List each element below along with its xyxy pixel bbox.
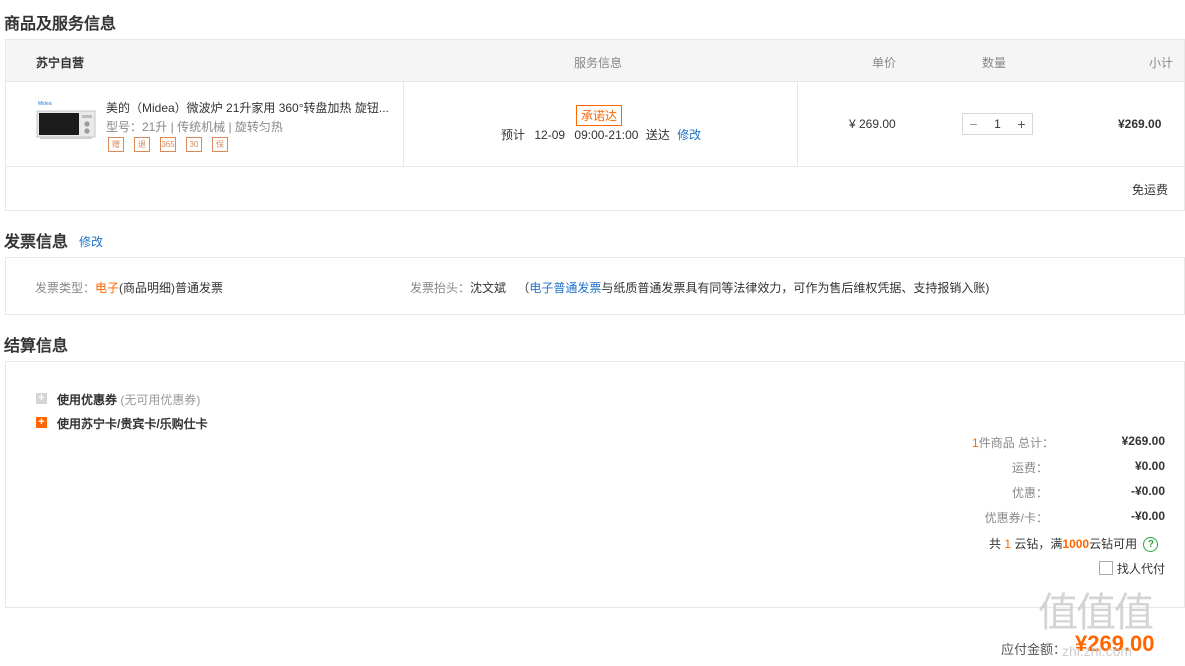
card-expand-icon[interactable]: + xyxy=(36,417,47,428)
settlement-box: + 使用优惠券 (无可用优惠券) + 使用苏宁卡/贵宾卡/乐购仕卡 1件商品 总… xyxy=(5,361,1185,608)
freight-label: 运费： xyxy=(1011,461,1048,475)
coupon-card-label: 优惠券/卡： xyxy=(984,511,1048,525)
freight-value: ¥0.00 xyxy=(1134,459,1165,473)
proxy-pay-checkbox[interactable] xyxy=(1099,561,1113,575)
header-service: 服务信息 xyxy=(574,56,623,70)
discount-value: -¥0.00 xyxy=(1130,484,1165,498)
invoice-type: 发票类型：电子(商品明细)普通发票 xyxy=(35,279,223,296)
unit-price: ¥ 269.00 xyxy=(849,117,896,131)
items-count: 1 xyxy=(972,436,979,450)
yunzuan-count: 1 xyxy=(1004,537,1012,551)
product-spec: 型号：21升 | 传统机械 | 旋转匀热 xyxy=(106,120,283,134)
payable-label: 应付金额： xyxy=(1001,642,1067,657)
yunzuan-threshold: 1000 xyxy=(1062,537,1090,551)
invoice-header-label: 发票抬头： xyxy=(410,281,471,295)
items-total-label: 1件商品 总计： xyxy=(972,434,1054,451)
card-label[interactable]: 使用苏宁卡/贵宾卡/乐购仕卡 xyxy=(57,415,208,432)
settlement-section-title: 结算信息 xyxy=(4,338,69,355)
invoice-header-value: 沈文斌 xyxy=(470,281,507,295)
watermark-site: zhi.zhi.com xyxy=(1062,643,1133,659)
table-row: Midea 美的（Midea）微波炉 21升家用 360°转盘加热 旋钮... … xyxy=(6,81,1184,167)
column-divider xyxy=(403,81,404,166)
items-label: 件商品 总计： xyxy=(978,436,1055,450)
item-subtotal: ¥269.00 xyxy=(1118,117,1162,131)
delivery-time: 09:00-21:00 xyxy=(574,128,639,142)
yunzuan-mid: 云钻，满 xyxy=(1014,537,1063,551)
quantity-input[interactable]: 1 xyxy=(984,114,1011,134)
discount-label: 优惠： xyxy=(1011,486,1048,500)
decrease-quantity-button[interactable]: − xyxy=(963,114,984,134)
watermark-logo: 值值值 xyxy=(1038,591,1154,635)
quantity-stepper: − 1 + xyxy=(962,113,1033,135)
coupon-label: 使用优惠券 xyxy=(57,393,118,407)
30-day-tag-icon[interactable]: 30 xyxy=(186,137,202,152)
promise-badge: 承诺达 xyxy=(576,105,623,126)
365-tag-icon[interactable]: 365 xyxy=(160,137,176,152)
invoice-section-title: 发票信息 xyxy=(4,234,69,251)
service-tags: 赠 退 365 30 保 xyxy=(108,137,228,152)
e-invoice-link[interactable]: 电子普通发票 xyxy=(529,281,601,295)
store-name: 苏宁自营 xyxy=(36,56,85,70)
invoice-box: 发票类型：电子(商品明细)普通发票 发票抬头：沈文斌 （电子普通发票与纸质普通发… xyxy=(5,257,1185,315)
increase-quantity-button[interactable]: + xyxy=(1011,114,1032,134)
delivery-date: 12-09 xyxy=(534,128,566,142)
invoice-note: 与纸质普通发票具有同等法律效力，可作为售后维权凭据、支持报销入账) xyxy=(601,281,990,295)
yunzuan-prefix: 共 xyxy=(989,537,1002,551)
invoice-type-highlight: 电子 xyxy=(95,281,120,295)
product-image[interactable]: Midea xyxy=(36,97,96,141)
gift-tag-icon[interactable]: 赠 xyxy=(108,137,124,152)
invoice-type-label: 发票类型： xyxy=(35,281,96,295)
modify-delivery-link[interactable]: 修改 xyxy=(677,128,701,142)
return-tag-icon[interactable]: 退 xyxy=(134,137,150,152)
help-icon[interactable]: ? xyxy=(1143,537,1159,553)
yunzuan-suffix: 云钻可用 xyxy=(1089,537,1138,551)
invoice-type-value: (商品明细)普通发票 xyxy=(119,281,224,295)
goods-section-title: 商品及服务信息 xyxy=(4,16,117,33)
delivery-suffix: 送达 xyxy=(645,128,670,142)
delivery-info: 预计 12-09 09:00-21:00 送达 修改 xyxy=(501,126,701,143)
invoice-header: 发票抬头：沈文斌 （电子普通发票与纸质普通发票具有同等法律效力，可作为售后维权凭… xyxy=(410,279,989,296)
proxy-pay-label[interactable]: 找人代付 xyxy=(1117,560,1165,577)
brand-logo: Midea xyxy=(38,101,52,107)
coupon-note: (无可用优惠券) xyxy=(120,393,201,407)
coupon-expand-icon[interactable]: + xyxy=(36,393,47,404)
invoice-note-open: （ xyxy=(517,281,530,295)
goods-table: 苏宁自营 服务信息 单价 数量 小计 Midea 美的（Midea）微波炉 21… xyxy=(5,39,1185,211)
header-price: 单价 xyxy=(872,56,897,70)
shipping-note: 免运费 xyxy=(1132,183,1169,197)
delivery-prefix: 预计 xyxy=(501,128,526,142)
items-total-value: ¥269.00 xyxy=(1121,434,1165,448)
coupon-card-value: -¥0.00 xyxy=(1130,509,1165,523)
goods-table-header: 苏宁自营 服务信息 单价 数量 小计 xyxy=(6,40,1184,82)
warranty-tag-icon[interactable]: 保 xyxy=(212,137,228,152)
yunzuan-info: 共 1 云钻，满1000云钻可用 ? xyxy=(989,535,1159,553)
coupon-row[interactable]: 使用优惠券 (无可用优惠券) xyxy=(57,391,200,408)
modify-invoice-link[interactable]: 修改 xyxy=(79,233,103,250)
product-name-link[interactable]: 美的（Midea）微波炉 21升家用 360°转盘加热 旋钮... xyxy=(106,99,396,116)
header-subtotal: 小计 xyxy=(1149,56,1174,70)
column-divider xyxy=(797,81,798,166)
header-quantity: 数量 xyxy=(982,56,1007,70)
